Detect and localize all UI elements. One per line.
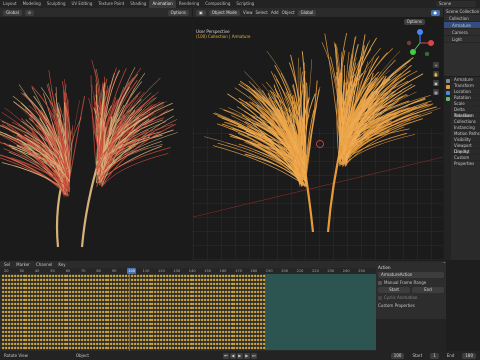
tool-tab-icon[interactable] — [445, 79, 450, 83]
workspace-tab-compositing[interactable]: Compositing — [202, 0, 233, 8]
cyclic-checkbox[interactable]: Cyclic Animation — [378, 295, 444, 300]
select-menu[interactable]: Select — [255, 10, 267, 15]
right-tree-right — [321, 32, 441, 233]
checkbox-icon[interactable] — [378, 280, 382, 285]
outliner: Scene Collection Collection Armature Camera… — [444, 8, 480, 76]
right-viewport[interactable]: ▣ Object Mode View Select Add Object Glo… — [193, 8, 443, 260]
prev-key-icon[interactable]: ◀ — [229, 352, 236, 359]
workspace-tab-modeling[interactable]: Modeling — [20, 0, 44, 8]
workspace-tab-animation[interactable]: Animation — [149, 0, 176, 8]
manual-frame-range-checkbox[interactable]: Manual Frame Range — [378, 280, 444, 285]
play-icon[interactable]: ▶ — [236, 352, 243, 359]
action-panel-title: Action — [378, 265, 391, 270]
jump-start-icon[interactable]: ⏮ — [222, 352, 229, 359]
workspace-tabs: Layout Modeling Sculpting UV Editing Texture… — [0, 0, 257, 8]
dope-sheet[interactable]: Sel Marker Channel Key Nearest Frame 203… — [0, 261, 480, 351]
keyframe-area[interactable] — [0, 274, 376, 351]
properties-section[interactable]: Custom Properties — [452, 155, 480, 166]
end-field[interactable]: End — [412, 287, 444, 293]
left-tree-drawing — [0, 60, 178, 248]
status-bar: Rotate View Object ⏮ ◀ ▶ ▶ ⏭ 100 Start 1… — [0, 351, 480, 360]
workspace-tab-shading[interactable]: Shading — [127, 0, 149, 8]
playhead-line[interactable] — [129, 274, 131, 351]
properties-list: Armature Transform Location Rotation Scale De… — [452, 77, 480, 166]
key-menu[interactable]: Key — [58, 262, 65, 267]
tree-branch — [68, 96, 86, 182]
outliner-item[interactable]: Collection — [444, 15, 480, 22]
snap-icon[interactable]: ⊙ — [24, 9, 35, 16]
outliner-item[interactable]: Scene Collection — [444, 8, 480, 15]
transform-orientation-dropdown[interactable]: Global — [297, 9, 317, 16]
action-range-strip — [265, 346, 376, 350]
transform-orientation-dropdown[interactable]: Global — [3, 9, 22, 16]
editor-type-icon[interactable]: ▣ — [196, 9, 206, 16]
channel-row[interactable] — [0, 346, 376, 350]
workspace-tab-rendering[interactable]: Rendering — [176, 0, 202, 8]
select-menu[interactable]: Sel — [4, 262, 10, 267]
start-frame-field[interactable]: 1 — [430, 352, 439, 359]
workspace-tab-sculpting[interactable]: Sculpting — [44, 0, 69, 8]
marker-menu[interactable]: Marker — [16, 262, 30, 267]
x-axis-line — [193, 156, 443, 218]
object-tab-icon[interactable] — [445, 85, 450, 89]
properties-panel: Armature Transform Location Rotation Scale De… — [444, 77, 480, 260]
jump-end-icon[interactable]: ⏭ — [250, 352, 257, 359]
left-viewport[interactable]: Global ⊙ Options — [0, 8, 192, 260]
start-field[interactable]: Start — [378, 287, 410, 293]
workspace-tab-texture-paint[interactable]: Texture Paint — [95, 0, 127, 8]
next-key-icon[interactable]: ▶ — [243, 352, 250, 359]
outliner-item[interactable]: Light — [444, 36, 480, 43]
add-menu[interactable]: Add — [271, 10, 279, 15]
view-menu[interactable]: View — [243, 10, 253, 15]
left-viewport-header: Global ⊙ Options — [0, 8, 192, 17]
right-gutter — [446, 261, 480, 351]
checkbox-icon[interactable] — [378, 295, 382, 300]
action-panel: Action ArmatureAction Manual Frame Range… — [376, 263, 446, 319]
channel-menu[interactable]: Channel — [36, 262, 52, 267]
left-tree-right — [80, 60, 178, 248]
end-label: End — [446, 353, 455, 358]
left-tree-left — [0, 70, 86, 248]
status-object-text: Object — [75, 353, 89, 358]
scene-selector[interactable]: Scene — [436, 1, 476, 7]
outliner-list: Scene Collection Collection Armature Camera… — [444, 8, 480, 43]
modifier-tab-icon[interactable] — [445, 91, 450, 95]
workspace-tab-scripting[interactable]: Scripting — [233, 0, 257, 8]
data-tab-icon[interactable] — [445, 97, 450, 101]
viewport-shading-icon[interactable]: ● — [430, 9, 440, 16]
right-tree-drawing — [193, 32, 443, 233]
outliner-item[interactable]: Camera — [444, 29, 480, 36]
options-dropdown[interactable]: Options — [167, 9, 189, 16]
start-label: Start — [412, 353, 423, 358]
object-menu[interactable]: Object — [282, 10, 295, 15]
properties-tab-strip — [444, 77, 451, 260]
right-viewport-header: ▣ Object Mode View Select Add Object Glo… — [193, 8, 443, 17]
workspace-tab-layout[interactable]: Layout — [0, 0, 20, 8]
status-left-text: Rotate View — [4, 353, 28, 358]
workspace-tab-uv-editing[interactable]: UV Editing — [69, 0, 96, 8]
end-frame-field[interactable]: 180 — [462, 352, 477, 359]
object-mode-dropdown[interactable]: Object Mode — [208, 9, 240, 16]
current-frame-field[interactable]: 100 — [390, 352, 405, 359]
checkbox-label: Manual Frame Range — [384, 280, 427, 285]
action-name-field[interactable]: ArmatureAction — [378, 272, 444, 278]
custom-properties-header[interactable]: Custom Properties — [378, 303, 444, 308]
outliner-item[interactable]: Armature — [444, 22, 480, 29]
3d-cursor-icon[interactable] — [316, 140, 324, 148]
right-tree-left — [204, 50, 321, 233]
top-menu-bar: Layout Modeling Sculpting UV Editing Texture… — [0, 0, 480, 8]
cyclic-label: Cyclic Animation — [384, 295, 418, 300]
playback-controls: ⏮ ◀ ▶ ▶ ⏭ — [222, 352, 257, 359]
